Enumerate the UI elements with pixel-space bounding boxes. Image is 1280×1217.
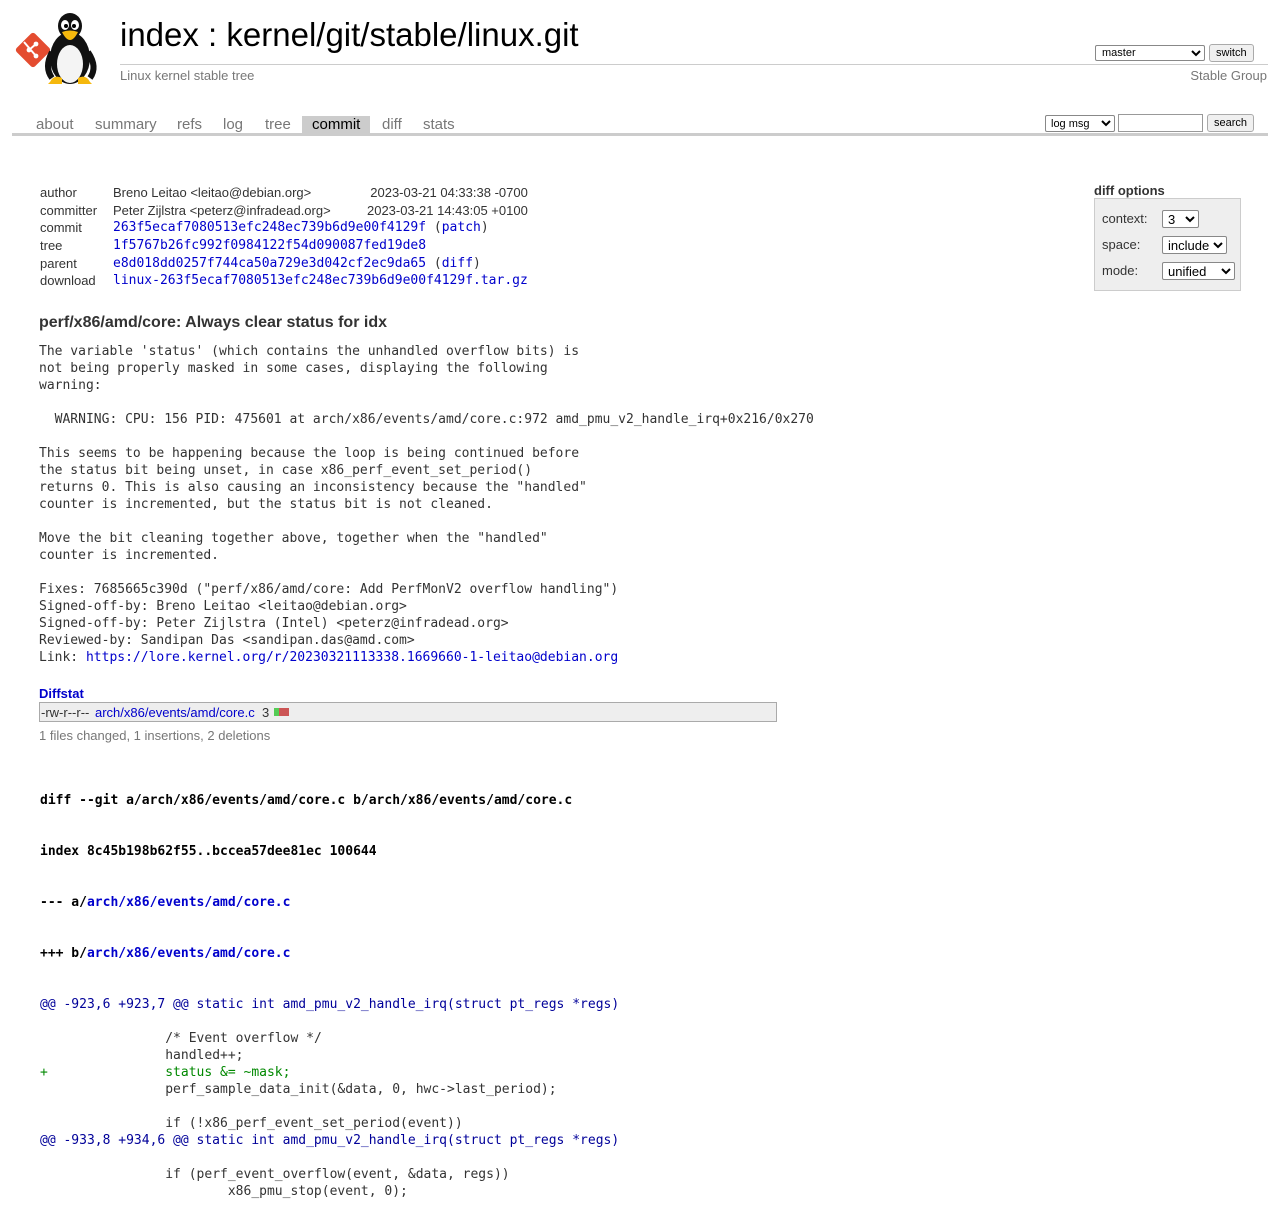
diff-git-line: diff --git a/arch/x86/events/amd/core.c … [40,793,573,808]
diffstat-file-link[interactable]: arch/x86/events/amd/core.c [95,705,255,720]
committer-date: 2023-03-21 14:43:05 +0100 [366,202,528,218]
download-row: download linux-263f5ecaf7080513efc248ec7… [40,272,528,290]
commit-label: commit [40,220,82,236]
tux-penguin-icon [45,13,97,84]
diff-context-line: handled++; [40,1048,244,1063]
diffstat-changes: 3 [262,705,270,720]
diff-context-line: perf_sample_data_init(&data, 0, hwc->las… [40,1082,557,1097]
committer-value: Peter Zijlstra <peterz@infradead.org> [113,202,331,218]
header-divider [120,64,1268,65]
commit-message-body: The variable 'status' (which contains th… [39,344,814,665]
repo-owner: Stable Group [1190,68,1267,83]
search-button[interactable]: search [1207,114,1255,132]
diffstat-link[interactable]: Diffstat [39,686,84,701]
diff-options-title: diff options [1094,183,1165,198]
diff-context-line [40,1149,619,1166]
plus-prefix: +++ b/ [40,946,87,961]
diff-context-line: if (perf_event_overflow(event, &data, re… [40,1167,510,1182]
committer-row: committer Peter Zijlstra <peterz@infrade… [40,202,528,220]
committer-label: committer [40,202,98,218]
commit-value: 263f5ecaf7080513efc248ec739b6d9e00f4129f… [113,220,489,236]
tree-hash-link[interactable]: 1f5767b26fc992f0984122f54d090087fed19de8 [113,238,426,253]
tree-value: 1f5767b26fc992f0984122f54d090087fed19de8 [113,237,528,255]
parent-hash-link[interactable]: e8d018dd0257f744ca50a729e3d042cf2ec9da65 [113,256,426,271]
file-mode: -rw-r--r-- [41,705,90,720]
repo-description: Linux kernel stable tree [120,68,255,83]
plus-file-link[interactable]: arch/x86/events/amd/core.c [87,946,291,961]
author-row: author Breno Leitao <leitao@debian.org> … [40,184,528,202]
download-tarball-link[interactable]: linux-263f5ecaf7080513efc248ec739b6d9e00… [113,273,528,288]
mode-select[interactable]: unified [1162,262,1235,280]
diff-context-line: if (!x86_perf_event_set_period(event)) [40,1116,463,1131]
linux-tux-logo [15,13,97,84]
parent-diff-link[interactable]: diff [442,256,473,271]
parent-value: e8d018dd0257f744ca50a729e3d042cf2ec9da65… [113,255,481,271]
diff-index-line: index 8c45b198b62f55..bccea57dee81ec 100… [40,844,377,859]
tree-label: tree [40,238,63,254]
minus-file-link[interactable]: arch/x86/events/amd/core.c [87,895,291,910]
diff-options-panel: context: 3 space: include mode: unified [1094,198,1241,291]
diff-plus-line: +++ b/arch/x86/events/amd/core.c [40,945,619,962]
diff-added-line: + status &= ~mask; [40,1065,291,1080]
tab-summary[interactable]: summary [85,116,167,133]
tab-about[interactable]: about [26,116,84,133]
mode-label: mode: [1102,263,1139,278]
author-date: 2023-03-21 04:33:38 -0700 [370,185,528,201]
tab-tree[interactable]: tree [255,116,301,133]
diff-context-line: /* Event overflow */ [40,1031,322,1046]
commit-row: commit 263f5ecaf7080513efc248ec739b6d9e0… [40,219,528,237]
context-label: context: [1102,211,1148,226]
tab-commit[interactable]: commit [302,116,371,133]
tree-row: tree 1f5767b26fc992f0984122f54d090087fed… [40,237,528,255]
commit-hash-link[interactable]: 263f5ecaf7080513efc248ec739b6d9e00f4129f [113,220,426,235]
commit-message: The variable 'status' (which contains th… [39,343,814,666]
tab-refs[interactable]: refs [167,116,212,133]
parent-label: parent [40,255,77,271]
space-label: space: [1102,237,1141,252]
parent-row: parent e8d018dd0257f744ca50a729e3d042cf2… [40,254,528,272]
download-label: download [40,273,96,289]
switch-button[interactable]: switch [1209,44,1254,62]
diff-hunk-header: @@ -933,8 +934,6 @@ static int amd_pmu_v… [40,1133,620,1148]
author-value: Breno Leitao <leitao@debian.org> [113,185,312,201]
tab-log[interactable]: log [213,116,253,133]
diff-context-line [40,1098,619,1115]
commit-subject: perf/x86/amd/core: Always clear status f… [39,314,387,331]
search-input[interactable] [1118,114,1203,132]
diff-hunk-header: @@ -923,6 +923,7 @@ static int amd_pmu_v… [40,997,620,1012]
diffstat-table: -rw-r--r-- arch/x86/events/amd/core.c 3 [39,702,777,722]
diff-minus-line: --- a/arch/x86/events/amd/core.c [40,894,619,911]
space-select[interactable]: include [1162,236,1227,254]
context-select[interactable]: 3 [1162,210,1199,228]
tab-diff[interactable]: diff [372,116,412,133]
diff-context-line [40,1013,619,1030]
deletions-bar [279,708,289,716]
tab-stats[interactable]: stats [413,116,465,133]
patch-link[interactable]: patch [442,220,481,235]
diff-view: diff --git a/arch/x86/events/amd/core.c … [40,758,619,1217]
diff-context-line: x86_pmu_stop(event, 0); [40,1184,408,1199]
diffstat-summary: 1 files changed, 1 insertions, 2 deletio… [39,728,271,743]
diffstat-graph [274,708,290,716]
search-type-select[interactable]: log msg [1045,115,1115,132]
commit-info-table: author Breno Leitao <leitao@debian.org> … [40,184,528,290]
author-label: author [40,185,77,201]
lore-link[interactable]: https://lore.kernel.org/r/20230321113338… [86,650,618,665]
download-value: linux-263f5ecaf7080513efc248ec739b6d9e00… [113,272,528,290]
page-title: index : kernel/git/stable/linux.git [120,16,579,53]
minus-prefix: --- a/ [40,895,87,910]
branch-select[interactable]: master [1095,45,1205,61]
diff-lines: @@ -923,6 +923,7 @@ static int amd_pmu_v… [40,996,619,1200]
